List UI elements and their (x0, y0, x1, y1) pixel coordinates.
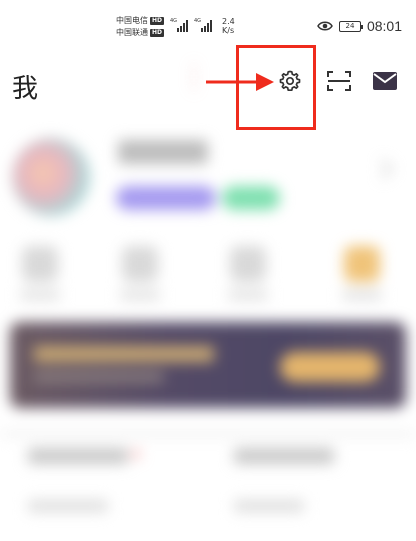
signal-indicators: 4G 4G (170, 18, 212, 32)
hd-badge-1: HD (150, 17, 165, 25)
membership-badge[interactable] (116, 186, 216, 210)
banner-title-placeholder (34, 346, 214, 362)
status-bar: 中国电信 HD 中国联通 HD 4G 4G 2.4 K/s 24 08:01 (0, 0, 416, 50)
carrier-name-2: 中国联通 (116, 28, 148, 37)
quick-action-label (120, 290, 160, 300)
section-title-placeholder (234, 448, 334, 464)
quick-action-label (20, 290, 60, 300)
banner-subtitle-placeholder (34, 372, 164, 382)
quick-action-item[interactable] (22, 246, 58, 282)
section-divider (0, 430, 416, 438)
banner-action-button[interactable] (280, 352, 380, 382)
section-title-placeholder (28, 448, 128, 464)
scan-button[interactable] (324, 66, 354, 96)
network-type-label: 4G (170, 18, 178, 24)
quick-action-item[interactable] (230, 246, 266, 282)
clock: 08:01 (366, 18, 402, 34)
chevron-right-icon (373, 159, 393, 179)
hd-badge-2: HD (150, 29, 165, 37)
mail-icon (373, 72, 397, 90)
eye-icon (317, 21, 333, 31)
messages-button[interactable] (370, 66, 400, 96)
section-row-placeholder[interactable] (28, 500, 108, 512)
page-title: 我 (12, 74, 39, 104)
quick-action-item[interactable] (122, 246, 158, 282)
notification-dot (132, 450, 140, 458)
signal-icon: 4G (194, 18, 212, 32)
quick-action-label (342, 290, 382, 300)
network-speed-unit: K/s (222, 26, 235, 35)
quick-actions-row (0, 238, 416, 308)
annotation-highlight-box (236, 45, 316, 130)
blurred-decoration (193, 62, 195, 92)
level-badge[interactable] (222, 186, 280, 210)
battery-indicator: 24 (338, 20, 363, 32)
carrier-name-1: 中国电信 (116, 16, 148, 25)
quick-action-label (228, 290, 268, 300)
carrier-info: 中国电信 HD 中国联通 HD (116, 15, 165, 39)
scan-icon (327, 71, 351, 91)
signal-icon: 4G (170, 18, 188, 32)
network-speed: 2.4 K/s (222, 17, 235, 35)
quick-action-item[interactable] (344, 246, 380, 282)
profile-name-placeholder (118, 140, 208, 164)
section-row-placeholder[interactable] (234, 500, 304, 512)
status-right: 24 08:01 (317, 18, 402, 34)
avatar[interactable] (12, 138, 90, 216)
network-speed-value: 2.4 (222, 17, 235, 26)
network-type-label: 4G (194, 18, 202, 24)
